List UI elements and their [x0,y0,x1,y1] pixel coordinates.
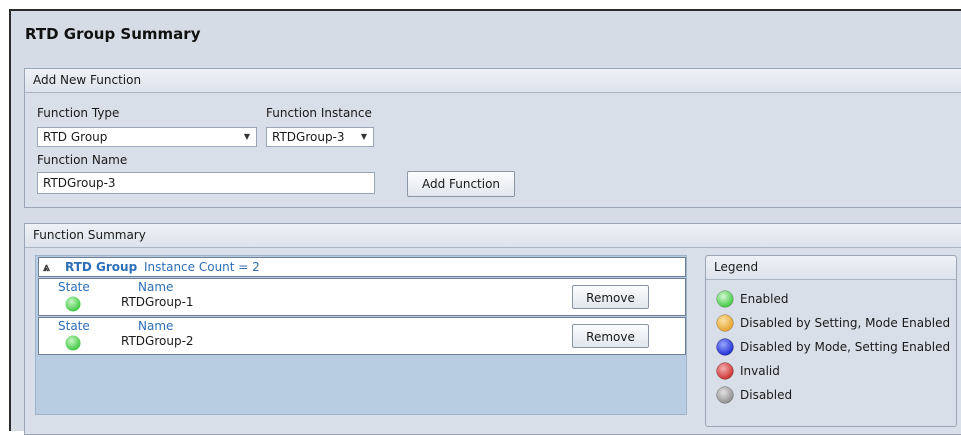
collapse-chevron-icon[interactable]: ⩓ [43,258,50,276]
function-row: State Name RTDGroup-1 Remove [38,278,686,316]
page-title: RTD Group Summary [25,25,201,43]
add-function-button[interactable]: Add Function [407,171,515,197]
function-type-select[interactable]: RTD Group ▼ [37,127,257,147]
function-list: ⩓ RTD Group Instance Count = 2 State Nam… [35,255,687,415]
gray-status-icon [716,386,734,404]
function-instance-value: RTDGroup-3 [272,130,345,144]
legend-label: Disabled by Setting, Mode Enabled [740,316,951,330]
function-instance-select[interactable]: RTDGroup-3 ▼ [266,127,374,147]
function-instance-label: Function Instance [266,106,372,120]
legend-label: Enabled [740,292,789,306]
blue-status-icon [716,338,734,356]
legend-label: Invalid [740,364,780,378]
name-column-label: Name [138,319,174,333]
function-name-input[interactable]: RTDGroup-3 [37,172,375,194]
add-new-function-group: Add New Function Function Type RTD Group… [24,68,961,208]
enabled-status-icon [65,296,81,312]
function-type-label: Function Type [37,106,120,120]
remove-button[interactable]: Remove [572,324,649,348]
state-column-label: State [58,280,90,294]
red-status-icon [716,362,734,380]
name-column-label: Name [138,280,174,294]
chevron-down-icon: ▼ [243,132,250,141]
remove-button[interactable]: Remove [572,285,649,309]
function-summary-group: Function Summary ⩓ RTD Group Instance Co… [24,223,961,435]
function-type-value: RTD Group [43,130,108,144]
function-name: RTDGroup-2 [121,334,194,348]
chevron-down-icon: ▼ [360,132,367,141]
function-group-name: RTD Group [65,260,138,274]
instance-count: Instance Count = 2 [144,260,260,274]
function-summary-header: Function Summary [25,224,961,248]
main-panel: RTD Group Summary Add New Function Funct… [9,9,961,435]
add-new-function-header: Add New Function [25,69,961,93]
legend-panel: Legend Enabled Disabled by Setting, Mode… [705,255,957,427]
orange-status-icon [716,314,734,332]
function-name: RTDGroup-1 [121,295,194,309]
legend-title: Legend [706,256,956,280]
function-row: State Name RTDGroup-2 Remove [38,317,686,355]
state-column-label: State [58,319,90,333]
function-name-label: Function Name [37,153,128,167]
legend-label: Disabled [740,388,793,402]
legend-label: Disabled by Mode, Setting Enabled [740,340,951,354]
function-group-header[interactable]: ⩓ RTD Group Instance Count = 2 [38,257,686,277]
green-status-icon [716,290,734,308]
enabled-status-icon [65,335,81,351]
